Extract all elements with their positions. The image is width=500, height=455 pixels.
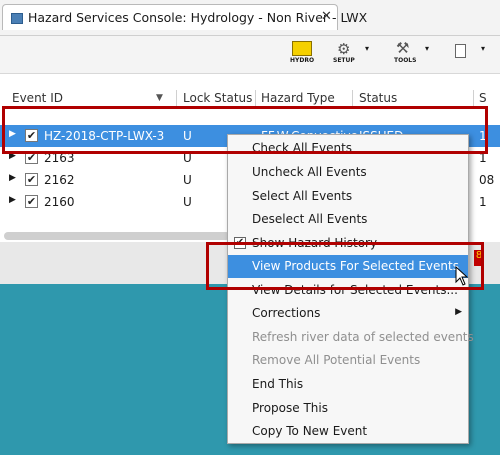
expand-arrow-icon[interactable]: ▶ [9,195,16,205]
console-tab[interactable]: Hazard Services Console: Hydrology - Non… [2,4,367,30]
s-value: 08 [479,173,495,187]
row-checkbox[interactable]: ✔ [25,173,38,186]
submenu-arrow-icon: ▶ [455,307,462,317]
s-value: 1 [479,195,487,209]
menu-item-copy-to-new-event[interactable]: Copy To New Event [228,420,468,443]
menu-item-corrections[interactable]: Corrections ▶ [228,302,468,325]
event-id: 2162 [44,173,75,187]
column-header-event-id[interactable]: Event ID [12,91,63,105]
menu-item-label: End This [252,377,304,391]
setup-dropdown-icon[interactable]: ▾ [365,44,369,53]
menu-item-remove-potential-events: Remove All Potential Events [228,349,468,372]
tools-dropdown-icon[interactable]: ▾ [425,44,429,53]
event-id: 2160 [44,195,75,209]
document-icon[interactable] [455,44,466,58]
hydro-label: HYDRO [290,57,315,64]
hydro-icon[interactable] [292,41,312,56]
column-header-lock-status[interactable]: Lock Status [183,91,252,105]
toolbar: HYDRO ⚙ SETUP ▾ ⚒ TOOLS ▾ ▾ [0,36,500,74]
menu-item-label: Deselect All Events [252,212,368,226]
menu-item-label: Copy To New Event [252,424,368,438]
sort-dropdown-icon[interactable]: ▼ [156,93,163,103]
tab-title: Hazard Services Console: Hydrology - Non… [28,10,368,25]
lock-status: U [183,195,192,209]
column-divider[interactable] [255,90,256,106]
horizontal-scrollbar[interactable] [4,232,230,240]
column-divider[interactable] [352,90,353,106]
menu-item-label: Corrections [252,306,321,320]
menu-item-label: Refresh river data of selected events [252,330,474,344]
menu-item-propose-this[interactable]: Propose This [228,397,468,420]
close-icon[interactable]: ✕ [321,9,332,24]
console-window-icon [11,13,23,24]
lock-status: U [183,173,192,187]
menu-item-deselect-all-events[interactable]: Deselect All Events [228,208,468,231]
menu-item-label: Uncheck All Events [252,165,367,179]
highlight-box-selected-row [2,106,488,154]
expand-arrow-icon[interactable]: ▶ [9,173,16,183]
menu-item-refresh-river-data: Refresh river data of selected events [228,326,474,349]
menu-item-select-all-events[interactable]: Select All Events [228,185,468,208]
menu-item-uncheck-all-events[interactable]: Uncheck All Events [228,161,468,184]
column-header-status[interactable]: Status [359,91,397,105]
document-dropdown-icon[interactable]: ▾ [481,44,485,53]
menu-item-label: Remove All Potential Events [252,353,421,367]
column-divider[interactable] [176,90,177,106]
column-header-hazard-type[interactable]: Hazard Type [261,91,335,105]
menu-item-label: Propose This [252,401,328,415]
column-header-s[interactable]: S [479,91,487,105]
row-checkbox[interactable]: ✔ [25,195,38,208]
highlight-box-view-products [206,242,484,290]
tools-label: TOOLS [394,57,417,64]
column-divider[interactable] [473,90,474,106]
menu-item-label: Select All Events [252,189,353,203]
setup-label: SETUP [333,57,355,64]
hammer-icon[interactable]: ⚒ [396,39,409,57]
gear-icon[interactable]: ⚙ [337,40,350,58]
menu-item-end-this[interactable]: End This [228,373,468,396]
